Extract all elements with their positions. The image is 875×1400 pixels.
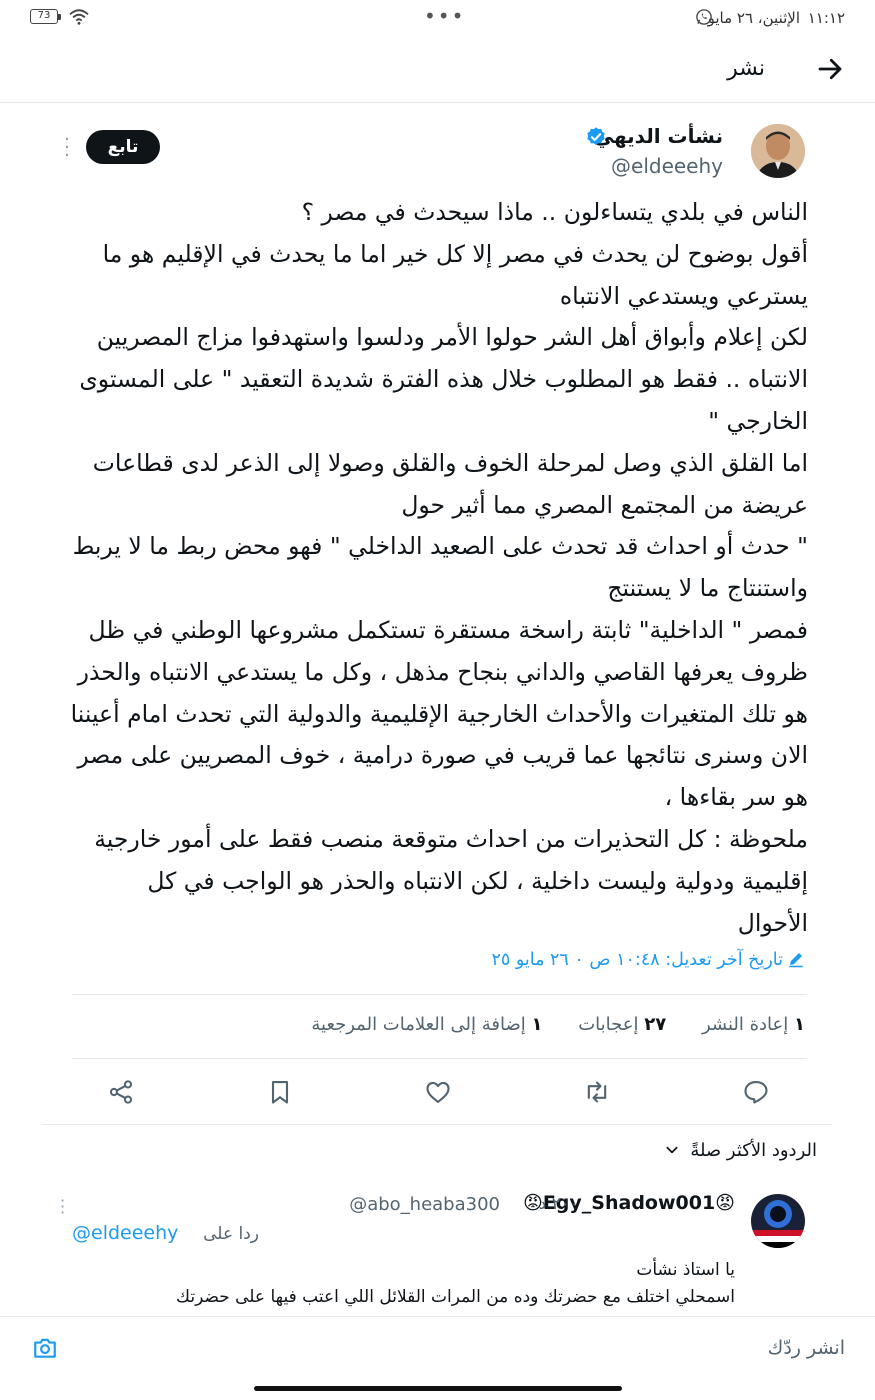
likes-count: ٢٧ [644, 1014, 667, 1035]
actions-divider [42, 1124, 832, 1125]
replying-to-label: ردا على [203, 1224, 259, 1244]
status-bar: ١١:١٢ الإثنين، ٢٦ مايو ••• 73 [0, 0, 875, 36]
tweet-stats: ١ إعادة النشر ٢٧ إعجابات ١ إضافة إلى الع… [281, 1014, 805, 1035]
bookmarks-stat[interactable]: ١ إضافة إلى العلامات المرجعية [311, 1014, 542, 1035]
author-name[interactable]: نشأت الديهي [594, 124, 723, 148]
camera-icon[interactable] [32, 1335, 58, 1361]
page-title: نشر [727, 56, 765, 81]
status-date: الإثنين، ٢٦ مايو [707, 9, 800, 27]
reposts-label: إعادة النشر [701, 1014, 789, 1035]
tweet-author: نشأت الديهي @eldeeehy تابع · · · [0, 122, 875, 182]
edit-history-link[interactable]: تاريخ آخر تعديل: ١٠:٤٨ ص ٠ ٢٦ مايو ٢٥ [491, 950, 805, 970]
stats-bottom-divider [72, 1058, 807, 1059]
repost-icon[interactable] [583, 1078, 611, 1106]
tweet-text: الناس في بلدي يتساءلون .. ماذا سيحدث في … [70, 198, 808, 937]
battery-icon: 73 [30, 9, 61, 24]
reply-more-icon[interactable]: · · · [60, 1193, 65, 1221]
likes-stat[interactable]: ٢٧ إعجابات [578, 1014, 666, 1035]
reply-composer[interactable]: انشر ردّك [0, 1317, 875, 1379]
back-arrow-icon[interactable] [815, 54, 845, 84]
reply-input[interactable]: انشر ردّك [768, 1337, 845, 1359]
bookmarks-count: ١ [531, 1014, 543, 1035]
reply-sort-label: الردود الأكثر صلةً [690, 1140, 817, 1161]
author-handle[interactable]: @eldeeehy [611, 154, 723, 178]
stats-top-divider [72, 994, 807, 995]
status-time: ١١:١٢ [807, 9, 845, 27]
bookmarks-label: إضافة إلى العلامات المرجعية [311, 1014, 526, 1035]
bookmark-icon[interactable] [266, 1078, 294, 1106]
pencil-icon [789, 953, 803, 968]
share-icon[interactable] [107, 1078, 135, 1106]
more-icon[interactable]: · · · [58, 131, 76, 165]
overflow-dots: ••• [424, 4, 466, 28]
reply-time: ٢٠٠ د [538, 1194, 579, 1214]
whatsapp-icon [696, 9, 712, 25]
wifi-icon [69, 9, 89, 25]
reposts-stat[interactable]: ١ إعادة النشر [702, 1014, 805, 1035]
like-icon[interactable] [424, 1078, 452, 1106]
follow-button[interactable]: تابع [86, 130, 160, 164]
edit-timestamp: تاريخ آخر تعديل: ١٠:٤٨ ص ٠ ٢٦ مايو ٢٥ [491, 950, 783, 970]
reply-text-line-2: اسمحلي اختلف مع حضرتك وده من المرات القل… [176, 1287, 735, 1307]
reply-item[interactable]: 😡Egy_Shadow001😡 @abo_heaba300 ٢٠٠ د ردا … [0, 1184, 875, 1314]
reply-author-handle[interactable]: @abo_heaba300 [349, 1194, 500, 1215]
verified-badge-icon [587, 127, 605, 145]
tweet-actions [0, 1076, 875, 1110]
likes-label: إعجابات [578, 1014, 639, 1035]
reply-sort-dropdown[interactable]: الردود الأكثر صلةً [665, 1140, 817, 1161]
chevron-down-icon [666, 1146, 678, 1154]
reply-icon[interactable] [742, 1078, 770, 1106]
home-indicator[interactable] [254, 1386, 622, 1391]
replying-to-handle[interactable]: @eldeeehy [72, 1222, 178, 1244]
author-avatar[interactable] [751, 124, 805, 178]
header-divider [0, 102, 875, 103]
reply-text-line-1: يا استاذ نشأت [636, 1260, 735, 1280]
reposts-count: ١ [794, 1014, 805, 1035]
app-header: نشر [0, 44, 875, 100]
reply-avatar[interactable] [751, 1194, 805, 1248]
